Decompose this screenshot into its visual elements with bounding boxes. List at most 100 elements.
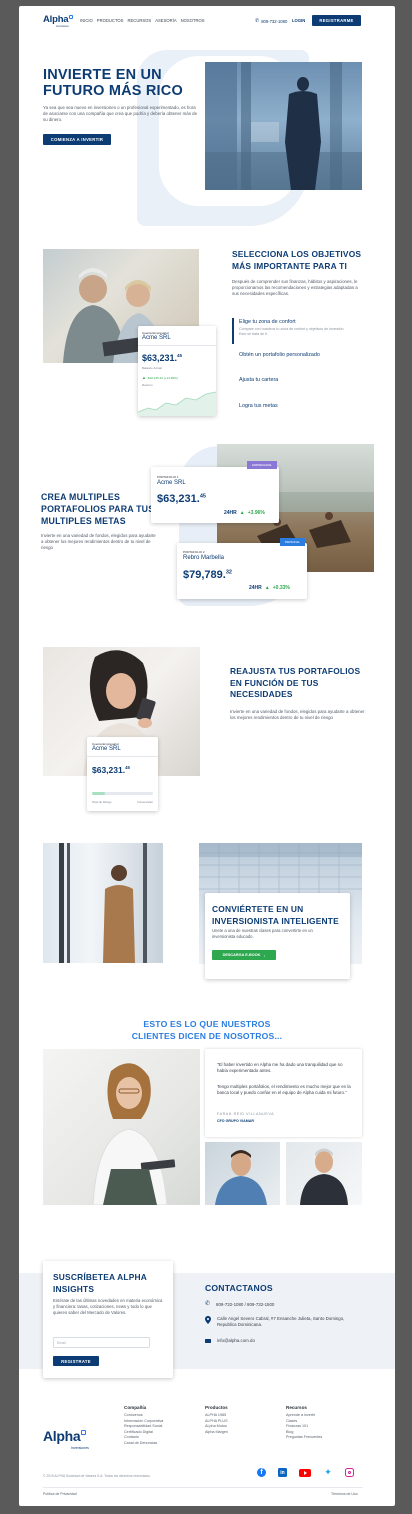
portfolio-card-1-amount: $63,231.45 — [157, 493, 206, 505]
footer-link[interactable]: Responsabilidad Social — [124, 1424, 163, 1430]
subscribe-text: Entérate de las últimas novedades en mat… — [53, 1298, 163, 1315]
nav-item-nosotros[interactable]: NOSOTROS — [181, 18, 205, 23]
testimonial-quote-2: Tengo multiples portafolios, el rendimie… — [217, 1084, 351, 1095]
testimonials-title: ESTO ES LO QUE NUESTROS CLIENTES DICEN D… — [19, 1018, 395, 1042]
logo-subtitle: Inversiones — [56, 25, 69, 28]
testimonials-title-line1: ESTO ES LO QUE NUESTROS — [143, 1019, 271, 1029]
portfolio-card-1-change: 24HR ▲ +3.96% — [224, 510, 265, 516]
portfolios-text: Invierte en una variedad de fondos, eleg… — [41, 533, 156, 550]
office-window-photo-illustration — [59, 843, 147, 963]
portfolio-card-2-amount-main: $79,789. — [183, 569, 226, 581]
testimonial-role: CFO GRUPO VIAMAR — [217, 1119, 254, 1123]
account-card-sparkline — [138, 391, 216, 416]
register-button[interactable]: REGISTRARME — [312, 15, 361, 26]
subscribe-title: SUSCRÍBETEA ALPHA INSIGHTS — [53, 1272, 147, 1294]
login-link[interactable]: LOGIN — [292, 18, 305, 23]
nav-item-recursos[interactable]: RECURSOS — [127, 18, 151, 23]
portfolio-card-1-change-value: +3.96% — [247, 510, 265, 516]
subscribe-email-input[interactable]: Email — [53, 1337, 150, 1348]
footer-link[interactable]: Alpha Margen — [205, 1430, 228, 1436]
woman-tablet-photo-illustration — [92, 1063, 176, 1205]
portfolio-card-1[interactable]: EMPRESARIAL PORTAFOLIO 1 Acme SRL $63,23… — [151, 461, 279, 523]
facebook-icon[interactable]: f — [257, 1468, 266, 1477]
subscribe-email-placeholder: Email — [57, 1341, 66, 1345]
portfolio-card-2-change-value: +0.33% — [272, 585, 290, 591]
footer-logo[interactable]: Alpha — [43, 1428, 87, 1444]
risk-card[interactable]: Cuenta Empresarial Acme SRL $63,231.45 N… — [87, 737, 158, 811]
ebook-download-button[interactable]: DESCARGA E-BOOK ↓ — [212, 950, 276, 960]
page: Alpha Inversiones INICIO PRODUCTOS RECUR… — [19, 6, 395, 1506]
hero-title-line1: INVIERTE EN UN — [43, 67, 162, 83]
account-card[interactable]: Cuenta Empresarial Acme SRL $63,231.45 B… — [138, 326, 216, 416]
risk-low-label: Nivel de Riesgo — [92, 800, 112, 804]
investor-text: Unete a una de nuestras clases para conv… — [212, 928, 313, 939]
logo[interactable]: Alpha — [43, 14, 73, 25]
testimonial-quote-1: "El haber invertido en Alpha me ha dado … — [217, 1062, 343, 1073]
account-card-change-value: $10,425.22 (+14.99%) — [147, 375, 178, 380]
objective-item-4[interactable]: Logra tus metas — [239, 403, 278, 409]
nav-item-asesoria[interactable]: ASESORÍA — [155, 18, 176, 23]
up-arrow-icon: ▲ — [264, 585, 270, 591]
older-man-photo-illustration — [300, 1148, 348, 1205]
footer-logo-mark-icon — [81, 1430, 87, 1435]
footer-link[interactable]: Canal de Denuncias — [124, 1441, 163, 1447]
account-card-change: ▲ $10,425.22 (+14.99%) — [142, 375, 178, 380]
instagram-icon[interactable] — [345, 1468, 354, 1477]
footer-link[interactable]: ALPHA 1985 — [205, 1413, 228, 1419]
footer-privacy-link[interactable]: Política de Privacidad — [43, 1492, 77, 1496]
footer-terms-link[interactable]: Términos de Uso — [331, 1492, 358, 1496]
account-card-divider — [138, 345, 216, 346]
account-card-balance: Balance Actual — [142, 366, 162, 370]
objectives-text: Después de comprender sus finanzas, hábi… — [232, 279, 358, 296]
portfolio-card-1-amount-cents: 45 — [199, 493, 206, 500]
phone-link[interactable]: ✆ 809-732-1080 — [255, 18, 287, 24]
investor-title: CONVIÉRTETE EN UN INVERSIONISTA INTELIGE… — [212, 904, 339, 926]
objectives-title: SELECCIONA LOS OBJETIVOS MÁS IMPORTANTE … — [232, 249, 362, 271]
footer-logo-subtitle: Inversiones — [71, 1446, 89, 1450]
footer-col-company-title: Compañía — [124, 1405, 147, 1410]
nav-item-inicio[interactable]: INICIO — [80, 18, 93, 23]
header-phone: 809-732-1080 — [261, 18, 288, 24]
contact-email-row[interactable]: info@alpha.com.do — [205, 1338, 255, 1343]
woman-tablet-photo — [43, 1049, 200, 1205]
subscribe-button[interactable]: REGISTRATE — [53, 1356, 99, 1366]
adjust-title: REAJUSTA TUS PORTAFOLIOS EN FUNCIÓN DE T… — [230, 666, 361, 699]
twitter-icon[interactable]: ✦ — [323, 1468, 333, 1477]
objective-item-1[interactable]: Elige tu zona de confort Compare con nos… — [239, 319, 369, 337]
phone-icon: ✆ — [205, 1301, 211, 1307]
social-links: f in ✦ — [257, 1468, 354, 1477]
portfolio-card-1-label: PORTAFOLIO 1 — [157, 475, 179, 479]
account-card-returns: Retorno — [142, 383, 153, 387]
hero-cta-button[interactable]: COMIENZA A INVERTIR — [43, 134, 111, 145]
portfolio-card-1-tag: EMPRESARIAL — [247, 461, 277, 469]
office-window-photo — [43, 843, 163, 963]
contact-phone-row[interactable]: ✆ 809-732-1080 / 809-732-1500 — [205, 1301, 275, 1307]
account-card-amount: $63,231.45 — [142, 353, 182, 363]
portfolio-card-2-change: 24HR ▲ +0.33% — [249, 585, 290, 591]
objective-item-2[interactable]: Obtén un portafolio personalizado — [239, 352, 320, 358]
footer-col-products-title: Productos — [205, 1405, 228, 1410]
objective-item-1-label: Elige tu zona de confort — [239, 319, 296, 325]
older-man-photo — [286, 1142, 362, 1205]
objective-item-3[interactable]: Ajusta tu cartera — [239, 377, 278, 383]
nav-item-productos[interactable]: PRODUCTOS — [97, 18, 124, 23]
account-card-amount-main: $63,231. — [142, 353, 178, 363]
adjust-text: Invierte en una variedad de fondos, eleg… — [230, 709, 365, 720]
contact-phone: 809-732-1080 / 809-732-1500 — [216, 1302, 275, 1307]
hero-title: INVIERTE EN UN FUTURO MÁS RICO — [43, 67, 183, 99]
portfolio-card-2-amount-cents: 32 — [225, 569, 232, 576]
risk-slider-fill — [92, 792, 106, 795]
portfolio-card-2[interactable]: PERSONAL PORTAFOLIO 2 Rebro Marbella $79… — [177, 538, 307, 599]
risk-high-label: Conservador — [136, 800, 153, 804]
man-laptop-photo — [205, 1142, 280, 1205]
linkedin-icon[interactable]: in — [278, 1468, 287, 1477]
contact-address-row[interactable]: Calle Angel Severo Cabral, #7 Ensanche J… — [205, 1316, 345, 1328]
risk-slider-track[interactable] — [92, 792, 153, 795]
footer-link[interactable]: Preguntas Frecuentes — [286, 1435, 322, 1441]
footer-col-products: Productos ALPHA 1985 ALPHA PLUS ALpha Mu… — [205, 1405, 228, 1435]
contact-title: CONTACTANOS — [205, 1283, 273, 1293]
youtube-icon[interactable] — [299, 1468, 311, 1477]
footer-link[interactable]: ALpha Mutuo — [205, 1424, 228, 1430]
account-card-amount-cents: 45 — [177, 353, 183, 358]
portfolio-card-1-period: 24HR — [224, 510, 237, 516]
